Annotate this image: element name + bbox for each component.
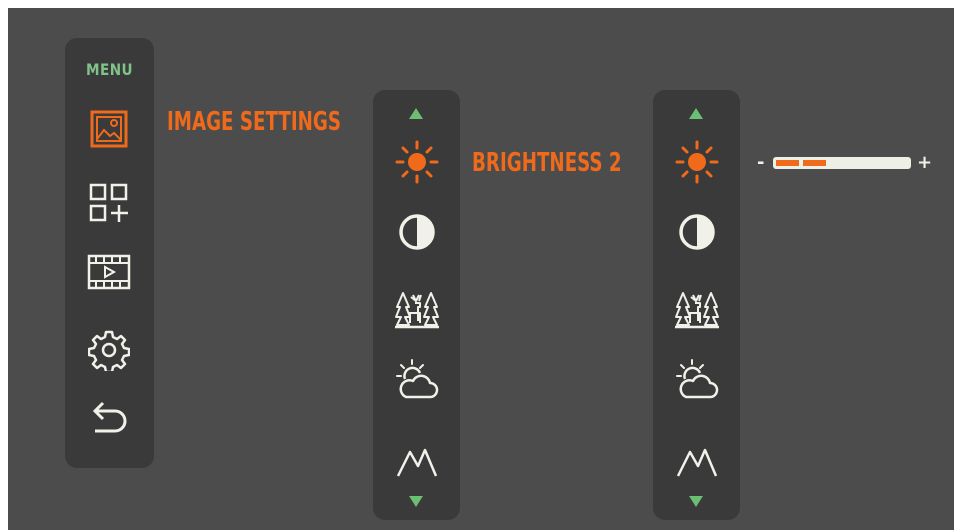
- back-arrow-icon: [92, 401, 127, 433]
- sun-cloud-icon: [395, 359, 438, 399]
- contrast-icon: [678, 214, 715, 250]
- sun-icon: [675, 140, 718, 184]
- gear-icon: [88, 330, 130, 371]
- menu-item-settings[interactable]: [84, 325, 134, 375]
- slider-decrease-button[interactable]: -: [757, 152, 764, 173]
- brightness-panel: [653, 90, 740, 520]
- menu-item-image[interactable]: [84, 104, 134, 154]
- sun-cloud-icon: [675, 359, 718, 399]
- scroll-down-arrow-icon[interactable]: [409, 496, 423, 507]
- video-icon: [87, 254, 131, 290]
- image-settings-panel: [373, 90, 460, 520]
- option-brightness[interactable]: [665, 134, 728, 190]
- menu-item-back[interactable]: [84, 394, 134, 444]
- scroll-down-arrow-icon[interactable]: [689, 496, 703, 507]
- option-contrast[interactable]: [385, 204, 448, 260]
- slider-level-segment: [776, 160, 800, 166]
- contrast-icon: [398, 214, 435, 250]
- mountain-icon: [676, 448, 717, 477]
- option-mountain[interactable]: [385, 434, 448, 490]
- option-weather[interactable]: [665, 352, 728, 408]
- slider-track[interactable]: [773, 157, 911, 169]
- slider-level-segment: [803, 160, 827, 166]
- widgets-add-icon: [89, 183, 128, 222]
- menu-item-video[interactable]: [84, 247, 134, 297]
- submenu-heading: IMAGE SETTINGS: [167, 107, 341, 137]
- main-menu-panel: MENU: [65, 38, 154, 468]
- option-mountain[interactable]: [665, 434, 728, 490]
- option-weather[interactable]: [385, 352, 448, 408]
- image-icon: [90, 110, 128, 148]
- scroll-up-arrow-icon[interactable]: [689, 108, 703, 119]
- option-brightness[interactable]: [385, 134, 448, 190]
- forest-deer-icon: [394, 292, 439, 329]
- mountain-icon: [396, 448, 437, 477]
- option-scene[interactable]: [665, 280, 728, 336]
- brightness-slider: - +: [757, 152, 937, 176]
- menu-title: MENU: [86, 60, 133, 79]
- slider-increase-button[interactable]: +: [917, 152, 932, 173]
- option-contrast[interactable]: [665, 204, 728, 260]
- forest-deer-icon: [674, 292, 719, 329]
- setting-heading: BRIGHTNESS 2: [472, 148, 622, 178]
- option-scene[interactable]: [385, 280, 448, 336]
- sun-icon: [395, 140, 438, 184]
- menu-item-widgets[interactable]: [84, 178, 134, 228]
- scroll-up-arrow-icon[interactable]: [409, 108, 423, 119]
- slider-fill: [776, 160, 827, 166]
